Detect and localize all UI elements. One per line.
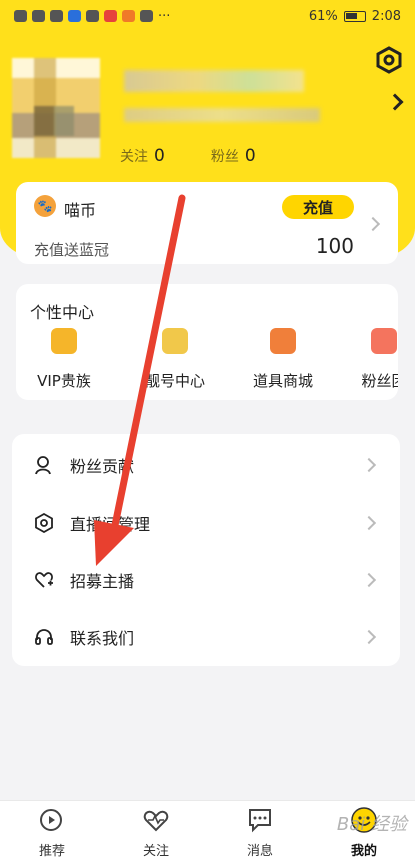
battery-percent: 61% — [308, 8, 338, 24]
menu-item-label: 直播间管理 — [70, 515, 151, 534]
heart-icon — [371, 328, 397, 354]
video-app-icon — [104, 10, 117, 22]
chevron-right-icon — [361, 629, 377, 645]
tab-label: 关注 — [142, 844, 169, 859]
follow-label: 关注 — [120, 149, 148, 165]
heart-plus-icon — [35, 572, 53, 588]
personal-center-card: 个性中心 VIP贵族 靓号中心 道具商城 粉丝团 — [16, 284, 398, 400]
gear-icon — [35, 513, 53, 533]
chat-notification-icon — [140, 10, 153, 22]
username-blurred — [124, 70, 304, 92]
tab-label: 消息 — [246, 844, 273, 859]
menu-item-label: 联系我们 — [70, 629, 135, 648]
crown-icon — [51, 328, 77, 354]
menu-item-recruit-streamer[interactable]: 招募主播 — [12, 551, 400, 609]
tab-label: 推荐 — [38, 844, 65, 859]
clock: 2:08 — [371, 8, 401, 24]
more-notifications: ··· — [158, 8, 171, 24]
paw-coin-icon: 🐾 — [34, 195, 56, 217]
menu-item-live-room-management[interactable]: 直播间管理 — [12, 494, 400, 552]
fans-stat[interactable]: 粉丝 0 — [211, 146, 256, 166]
watermark: Bai 经验 — [336, 814, 407, 835]
center-item-label: VIP贵族 — [37, 372, 91, 390]
play-app-icon — [122, 10, 135, 22]
recharge-promo-text: 充值送蓝冠 — [34, 241, 110, 259]
chevron-right-icon — [361, 457, 377, 473]
chat-icon — [249, 809, 271, 833]
coin-label: 喵币 — [64, 201, 97, 220]
menu-item-label: 粉丝贡献 — [70, 457, 135, 476]
center-item-fan-club[interactable]: 粉丝团 — [334, 328, 398, 391]
center-item-label: 靓号中心 — [144, 372, 205, 390]
coin-card[interactable]: 🐾 喵币 充值 充值送蓝冠 100 — [16, 182, 398, 264]
menu-item-fan-contribution[interactable]: 粉丝贡献 — [12, 436, 400, 494]
tab-messages[interactable]: 消息 — [230, 807, 290, 859]
badge-icon — [162, 328, 188, 354]
center-item-vip[interactable]: VIP贵族 — [16, 328, 114, 391]
camera-icon — [40, 809, 62, 831]
car-icon — [270, 328, 296, 354]
app-notification-icon — [68, 10, 81, 22]
battery-icon — [343, 10, 366, 22]
avatar[interactable] — [12, 58, 100, 158]
personal-center-title: 个性中心 — [30, 303, 95, 322]
wifi-icon — [50, 10, 63, 22]
coin-balance: 100 — [315, 234, 354, 258]
follow-stats: 关注 0 粉丝 0 — [120, 146, 256, 166]
recharge-button[interactable]: 充值 — [282, 195, 354, 219]
tab-recommend[interactable]: 推荐 — [22, 807, 82, 859]
center-item-label: 道具商城 — [252, 372, 313, 390]
center-item-label: 粉丝团 — [361, 372, 398, 390]
follow-stat[interactable]: 关注 0 — [120, 146, 165, 166]
coin-chevron-right-icon — [365, 216, 381, 232]
hd-signal-icon — [14, 10, 27, 22]
menu-item-label: 招募主播 — [70, 572, 135, 591]
settings-hexagon-icon[interactable] — [375, 46, 403, 74]
shield-icon — [86, 10, 99, 22]
chevron-right-icon — [361, 515, 377, 531]
headset-icon — [35, 629, 53, 645]
user-id-blurred — [124, 108, 320, 122]
menu-card: 粉丝贡献 直播间管理 招募主播 联系我们 — [12, 434, 400, 666]
follow-count: 0 — [154, 146, 165, 166]
menu-item-contact-us[interactable]: 联系我们 — [12, 608, 400, 666]
tab-label: 我的 — [350, 844, 377, 859]
center-item-pretty-number[interactable]: 靓号中心 — [125, 328, 225, 391]
cell-signal-icon — [32, 10, 45, 22]
user-contribution-icon — [35, 456, 51, 475]
tab-following[interactable]: 关注 — [126, 807, 186, 859]
fans-count: 0 — [244, 146, 256, 166]
status-bar: ··· 61% 2:08 — [0, 0, 415, 32]
center-item-prop-store[interactable]: 道具商城 — [233, 328, 333, 391]
chevron-right-icon — [361, 572, 377, 588]
fans-label: 粉丝 — [210, 149, 239, 165]
heart-pulse-icon — [143, 810, 169, 832]
